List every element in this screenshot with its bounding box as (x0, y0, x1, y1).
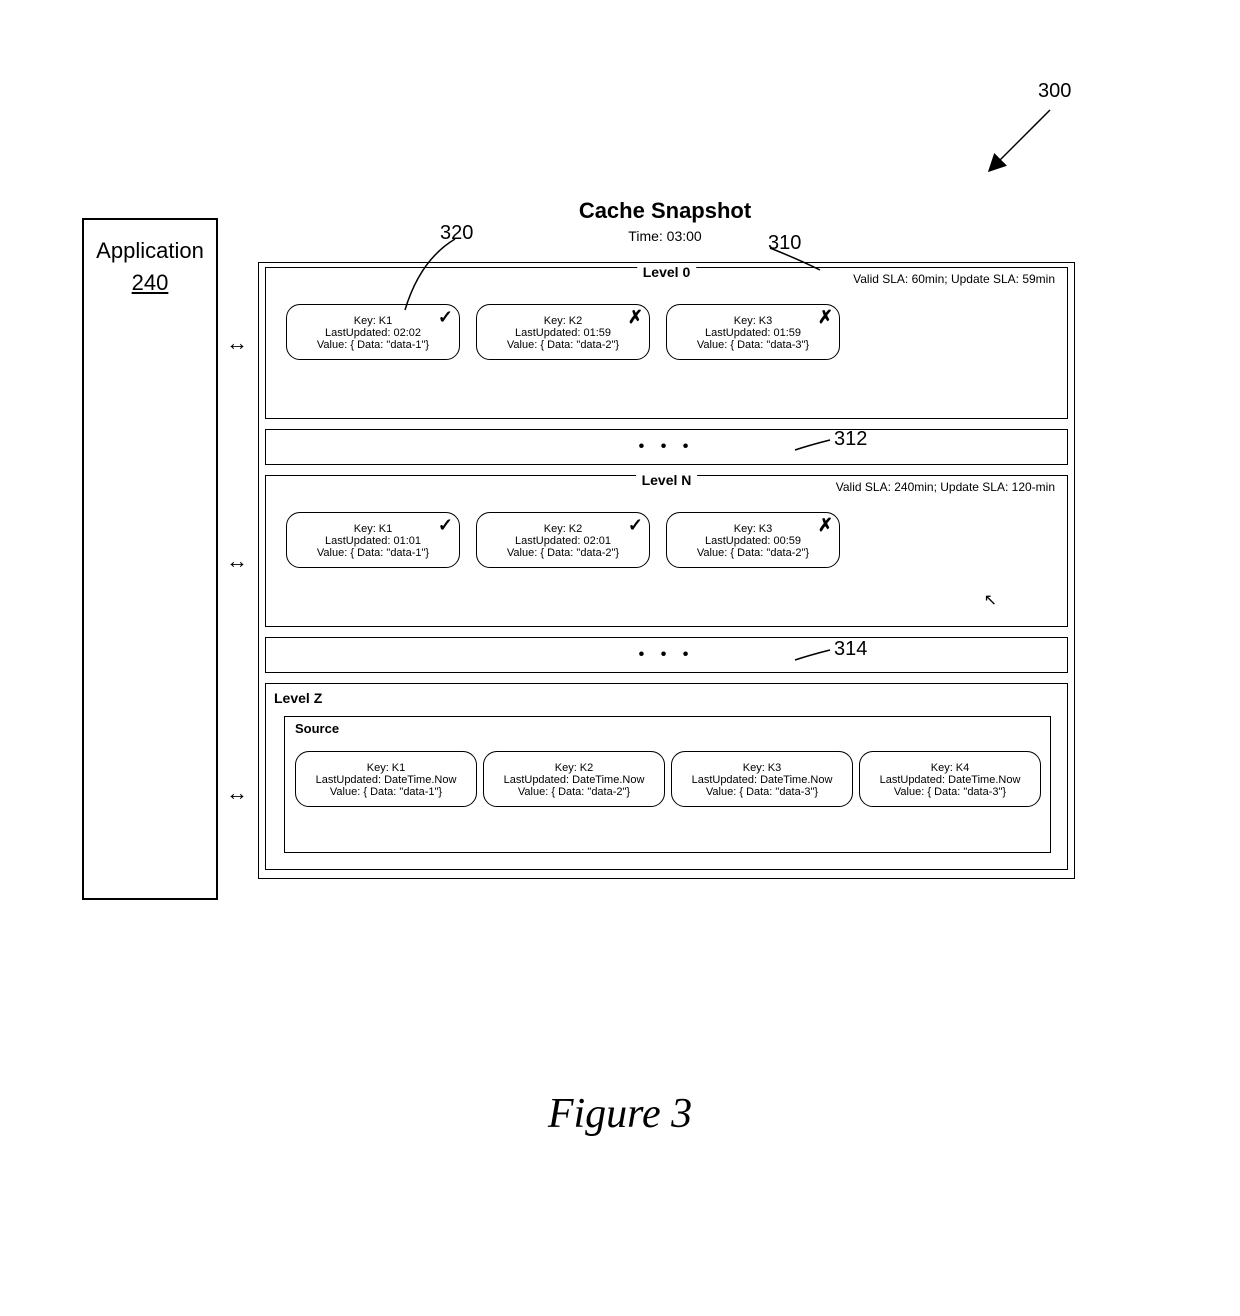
level-0-box: Level 0 Valid SLA: 60min; Update SLA: 59… (265, 267, 1068, 419)
cell-key: Key: K3 (673, 523, 833, 535)
double-arrow-icon: ↔ (226, 330, 248, 356)
cell-key: Key: K3 (678, 762, 846, 774)
cache-outer-box: Level 0 Valid SLA: 60min; Update SLA: 59… (258, 262, 1075, 879)
cell-value: Value: { Data: "data-3"} (673, 339, 833, 351)
cell-updated: LastUpdated: 01:01 (293, 535, 453, 547)
cell-updated: LastUpdated: DateTime.Now (866, 774, 1034, 786)
level-n-title: Level N (636, 472, 698, 488)
application-number: 240 (84, 270, 216, 296)
cross-icon: ✗ (818, 515, 833, 536)
cache-cell: ✓ Key: K2 LastUpdated: 02:01 Value: { Da… (476, 512, 650, 568)
cell-value: Value: { Data: "data-2"} (483, 547, 643, 559)
level-z-title: Level Z (274, 690, 322, 706)
cell-updated: LastUpdated: 02:01 (483, 535, 643, 547)
cell-key: Key: K1 (293, 523, 453, 535)
cell-updated: LastUpdated: 01:59 (483, 327, 643, 339)
cache-cell: Key: K3 LastUpdated: DateTime.Now Value:… (671, 751, 853, 807)
source-box: Source Key: K1 LastUpdated: DateTime.Now… (284, 716, 1051, 853)
cell-value: Value: { Data: "data-1"} (302, 786, 470, 798)
callout-320: 320 (440, 222, 473, 245)
cache-cell: ✗ Key: K2 LastUpdated: 01:59 Value: { Da… (476, 304, 650, 360)
cell-key: Key: K2 (490, 762, 658, 774)
level-z-box: Level Z Source Key: K1 LastUpdated: Date… (265, 683, 1068, 870)
cache-cell: ✓ Key: K1 LastUpdated: 01:01 Value: { Da… (286, 512, 460, 568)
cell-key: Key: K3 (673, 315, 833, 327)
callout-310: 310 (768, 232, 801, 255)
check-icon: ✓ (438, 307, 453, 328)
callout-300: 300 (1038, 80, 1071, 103)
level-n-box: Level N Valid SLA: 240min; Update SLA: 1… (265, 475, 1068, 627)
application-box: Application 240 (82, 218, 218, 900)
cell-value: Value: { Data: "data-2"} (490, 786, 658, 798)
ellipsis-icon: • • • (639, 646, 695, 664)
cell-key: Key: K1 (302, 762, 470, 774)
cell-key: Key: K4 (866, 762, 1034, 774)
cell-updated: LastUpdated: 02:02 (293, 327, 453, 339)
figure-caption: Figure 3 (0, 1090, 1240, 1138)
cell-key: Key: K2 (483, 315, 643, 327)
cursor-icon: ↖ (984, 590, 997, 610)
double-arrow-icon: ↔ (226, 548, 248, 574)
level-n-sla: Valid SLA: 240min; Update SLA: 120-min (836, 480, 1055, 494)
cell-updated: LastUpdated: 01:59 (673, 327, 833, 339)
cell-value: Value: { Data: "data-2"} (673, 547, 833, 559)
ellipsis-band: • • • (265, 637, 1068, 673)
cell-value: Value: { Data: "data-3"} (866, 786, 1034, 798)
figure-page: 300 Application 240 Cache Snapshot Time:… (0, 0, 1240, 1316)
double-arrow-icon: ↔ (226, 780, 248, 806)
source-label: Source (295, 721, 339, 736)
cache-cell: Key: K1 LastUpdated: DateTime.Now Value:… (295, 751, 477, 807)
cell-updated: LastUpdated: DateTime.Now (302, 774, 470, 786)
cross-icon: ✗ (818, 307, 833, 328)
level-0-title: Level 0 (637, 264, 696, 280)
cache-cell: Key: K2 LastUpdated: DateTime.Now Value:… (483, 751, 665, 807)
cache-cell: ✓ Key: K1 LastUpdated: 02:02 Value: { Da… (286, 304, 460, 360)
cache-cell: Key: K4 LastUpdated: DateTime.Now Value:… (859, 751, 1041, 807)
level-0-sla: Valid SLA: 60min; Update SLA: 59min (853, 272, 1055, 286)
check-icon: ✓ (628, 515, 643, 536)
cell-value: Value: { Data: "data-2"} (483, 339, 643, 351)
cell-value: Value: { Data: "data-3"} (678, 786, 846, 798)
cell-key: Key: K1 (293, 315, 453, 327)
cell-key: Key: K2 (483, 523, 643, 535)
cache-cell: ✗ Key: K3 LastUpdated: 01:59 Value: { Da… (666, 304, 840, 360)
cell-updated: LastUpdated: DateTime.Now (678, 774, 846, 786)
application-label: Application (84, 238, 216, 264)
cell-updated: LastUpdated: DateTime.Now (490, 774, 658, 786)
cache-cell: ✗ Key: K3 LastUpdated: 00:59 Value: { Da… (666, 512, 840, 568)
snapshot-title: Cache Snapshot (260, 198, 1070, 224)
cross-icon: ✗ (628, 307, 643, 328)
snapshot-time: Time: 03:00 (260, 228, 1070, 244)
ellipsis-band: • • • (265, 429, 1068, 465)
cell-value: Value: { Data: "data-1"} (293, 339, 453, 351)
cell-updated: LastUpdated: 00:59 (673, 535, 833, 547)
cell-value: Value: { Data: "data-1"} (293, 547, 453, 559)
ellipsis-icon: • • • (639, 438, 695, 456)
check-icon: ✓ (438, 515, 453, 536)
